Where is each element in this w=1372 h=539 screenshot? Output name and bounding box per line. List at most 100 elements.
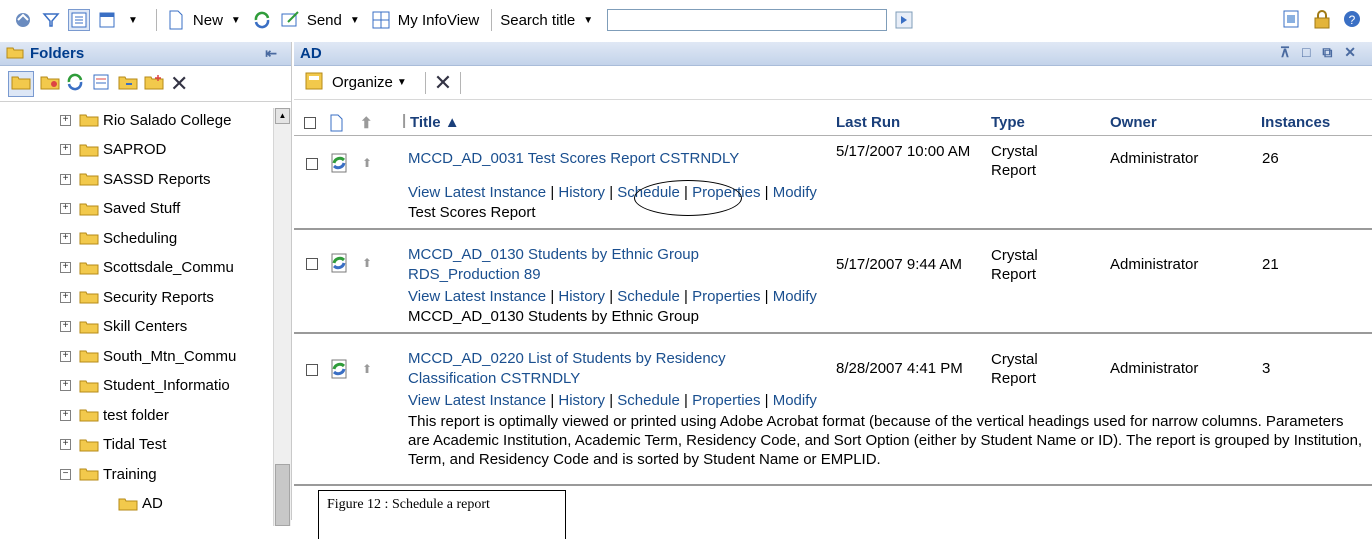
infoview-icon[interactable] bbox=[370, 9, 392, 31]
expand-icon[interactable]: + bbox=[60, 409, 71, 421]
expand-icon[interactable]: + bbox=[60, 439, 71, 450]
title-column-header[interactable]: Title ▲ bbox=[410, 114, 460, 131]
report-title-link-line2[interactable]: Classification CSTRNDLY bbox=[408, 370, 580, 387]
search-go-icon[interactable] bbox=[893, 9, 915, 31]
scrollbar-thumb[interactable] bbox=[275, 464, 290, 526]
send-icon[interactable] bbox=[279, 9, 301, 31]
new-dropdown-caret[interactable]: ▼ bbox=[231, 15, 241, 26]
ad-panel: AD ⊼ □ ⧉ ✕ Organize ▼ ✕ ⬆ | Title ▲ Last… bbox=[294, 42, 1372, 532]
folder-tree-item[interactable]: + Rio Salado College bbox=[60, 108, 231, 132]
expand-icon[interactable]: + bbox=[60, 321, 71, 332]
row-checkbox[interactable] bbox=[306, 364, 318, 376]
help-icon[interactable]: ? bbox=[1342, 9, 1362, 33]
my-infoview-button[interactable]: My InfoView bbox=[398, 12, 479, 29]
details-view-icon[interactable] bbox=[96, 9, 118, 31]
folder-tree-item[interactable]: + Saved Stuff bbox=[60, 197, 180, 221]
folder-tree-item[interactable]: + SASSD Reports bbox=[60, 167, 211, 191]
priority-header-icon[interactable]: ⬆ bbox=[360, 114, 373, 132]
report-title-link-line2[interactable]: RDS_Production 89 bbox=[408, 266, 541, 283]
schedule-link[interactable]: Schedule bbox=[617, 392, 680, 409]
expand-icon[interactable]: + bbox=[60, 380, 71, 391]
new-document-icon[interactable] bbox=[165, 9, 187, 31]
folder-tree-item[interactable]: + Scheduling bbox=[60, 226, 177, 250]
view-dropdown-caret[interactable]: ▼ bbox=[128, 15, 138, 26]
inbox-icon[interactable] bbox=[92, 73, 112, 95]
row-checkbox[interactable] bbox=[306, 258, 318, 270]
folder-tree-item[interactable]: + Security Reports bbox=[60, 285, 214, 309]
folder-tree-item[interactable]: + Student_Informatio bbox=[60, 374, 230, 398]
report-title-link[interactable]: MCCD_AD_0130 Students by Ethnic Group bbox=[408, 246, 699, 263]
last-run-cell: 8/28/2007 4:41 PM bbox=[836, 360, 963, 377]
expand-icon[interactable]: + bbox=[60, 203, 71, 214]
doc-type-header-icon[interactable] bbox=[330, 114, 344, 136]
search-mode-caret[interactable]: ▼ bbox=[583, 15, 593, 26]
folder-tree-item[interactable]: + SAPROD bbox=[60, 138, 166, 162]
owner-column-header[interactable]: Owner bbox=[1110, 114, 1157, 131]
folder-tree-item[interactable]: − Training bbox=[60, 462, 157, 486]
view-latest-instance-link[interactable]: View Latest Instance bbox=[408, 288, 546, 305]
delete-folder-icon[interactable]: ✕ bbox=[170, 72, 188, 95]
schedule-link[interactable]: Schedule bbox=[617, 288, 680, 305]
window-controls[interactable]: ⊼ □ ⧉ ✕ bbox=[1280, 44, 1360, 61]
modify-link[interactable]: Modify bbox=[773, 288, 817, 305]
report-title-link[interactable]: MCCD_AD_0220 List of Students by Residen… bbox=[408, 350, 726, 367]
type-column-header[interactable]: Type bbox=[991, 114, 1025, 131]
row-checkbox[interactable] bbox=[306, 158, 318, 170]
folder-tree-item[interactable]: + Skill Centers bbox=[60, 315, 187, 339]
new-button[interactable]: New bbox=[193, 12, 223, 29]
view-latest-instance-link[interactable]: View Latest Instance bbox=[408, 392, 546, 409]
refresh-icon[interactable] bbox=[251, 9, 273, 31]
last-run-column-header[interactable]: Last Run bbox=[836, 114, 900, 131]
organize-caret[interactable]: ▼ bbox=[397, 77, 407, 88]
folder-view-icon[interactable] bbox=[8, 70, 34, 97]
filter-icon[interactable] bbox=[40, 9, 62, 31]
lock-icon[interactable] bbox=[1312, 9, 1332, 33]
refresh-folders-icon[interactable] bbox=[66, 73, 86, 95]
send-dropdown-caret[interactable]: ▼ bbox=[350, 15, 360, 26]
delete-icon[interactable]: ✕ bbox=[434, 71, 452, 94]
scroll-up-arrow[interactable]: ▲ bbox=[275, 108, 290, 124]
history-link[interactable]: History bbox=[558, 184, 605, 201]
view-latest-instance-link[interactable]: View Latest Instance bbox=[408, 184, 546, 201]
collapse-panel-icon[interactable]: ⇤ bbox=[265, 45, 277, 62]
organize-divider bbox=[424, 71, 426, 94]
folder-tree-item[interactable]: + Tidal Test bbox=[60, 433, 166, 457]
modify-link[interactable]: Modify bbox=[773, 184, 817, 201]
folder-tree-item[interactable]: + test folder bbox=[60, 403, 169, 427]
folder-tree-scrollbar[interactable]: ▲ bbox=[273, 108, 291, 526]
expand-icon[interactable]: + bbox=[60, 350, 71, 362]
properties-link[interactable]: Properties bbox=[692, 392, 760, 409]
history-link[interactable]: History bbox=[558, 392, 605, 409]
expand-icon[interactable]: + bbox=[60, 291, 71, 303]
search-input[interactable] bbox=[607, 9, 888, 31]
instances-column-header[interactable]: Instances bbox=[1261, 114, 1330, 131]
modify-link[interactable]: Modify bbox=[773, 392, 817, 409]
expand-icon[interactable]: + bbox=[60, 144, 71, 155]
organize-button[interactable]: Organize bbox=[332, 74, 393, 91]
send-button[interactable]: Send bbox=[307, 12, 342, 29]
folder-tree-item[interactable]: + South_Mtn_Commu bbox=[60, 344, 236, 368]
folder-tree-item[interactable]: + Scottsdale_Commu bbox=[60, 256, 234, 280]
folder-tree-item[interactable]: AD bbox=[118, 492, 163, 516]
properties-link[interactable]: Properties bbox=[692, 288, 760, 305]
last-run-cell: 5/17/2007 10:00 AM bbox=[836, 143, 971, 160]
select-all-checkbox[interactable] bbox=[304, 117, 316, 129]
folder-label: Saved Stuff bbox=[103, 200, 181, 217]
search-mode-select[interactable]: Search title bbox=[500, 12, 575, 29]
organize-icon[interactable] bbox=[304, 71, 326, 95]
schedule-highlight-ellipse bbox=[634, 180, 742, 216]
expand-icon[interactable]: + bbox=[60, 173, 71, 185]
expand-icon[interactable]: + bbox=[60, 262, 71, 273]
categories-icon[interactable] bbox=[40, 74, 60, 94]
collapse-icon[interactable]: − bbox=[60, 468, 71, 480]
list-view-icon[interactable] bbox=[68, 9, 90, 31]
home-icon[interactable] bbox=[12, 9, 34, 31]
folder-icon bbox=[79, 143, 99, 157]
expand-icon[interactable]: + bbox=[60, 114, 71, 126]
new-folder-icon[interactable] bbox=[144, 74, 164, 94]
expand-icon[interactable]: + bbox=[60, 232, 71, 244]
history-link[interactable]: History bbox=[558, 288, 605, 305]
report-title-link[interactable]: MCCD_AD_0031 Test Scores Report CSTRNDLY bbox=[408, 150, 739, 167]
move-folder-icon[interactable] bbox=[118, 74, 138, 94]
document-list-icon[interactable] bbox=[1282, 9, 1302, 33]
